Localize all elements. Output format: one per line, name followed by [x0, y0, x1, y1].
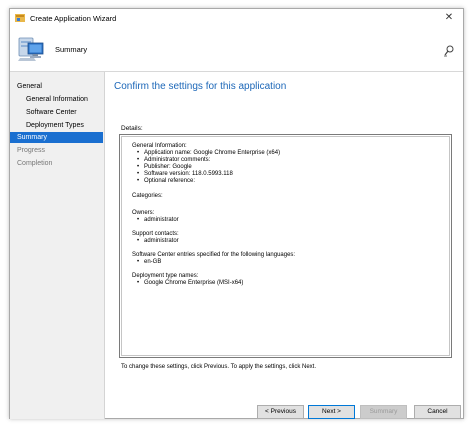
previous-button[interactable]: < Previous: [257, 405, 304, 419]
instruction-text: To change these settings, click Previous…: [121, 364, 316, 370]
wizard-header: Summary: [10, 31, 463, 72]
deployment-heading: Deployment type names:: [132, 273, 199, 279]
next-button[interactable]: Next >: [308, 405, 355, 419]
details-textbox[interactable]: General Information: Application name: G…: [119, 134, 452, 358]
step-software-center[interactable]: Software Center: [10, 107, 103, 118]
detail-item: Application name: Google Chrome Enterpri…: [137, 150, 280, 157]
detail-item: administrator: [137, 217, 179, 224]
wizard-window: Create Application Wizard ✕ Summary Gene…: [9, 8, 464, 419]
wizard-steps-sidebar: General General Information Software Cen…: [10, 72, 105, 419]
detail-text: Google Chrome Enterprise (MSI-x64): [144, 280, 244, 286]
detail-text: Publisher: Google: [144, 164, 192, 170]
general-heading: General Information:: [132, 143, 187, 149]
detail-text: en-GB: [144, 259, 162, 265]
page-title: Summary: [55, 45, 88, 54]
detail-item: administrator: [137, 238, 179, 245]
step-progress: Progress: [17, 147, 46, 154]
detail-text: administrator: [144, 217, 179, 223]
detail-text: Administrator comments:: [144, 157, 211, 163]
detail-item: Publisher: Google: [137, 164, 192, 171]
step-deployment-types[interactable]: Deployment Types: [10, 120, 103, 131]
window-title: Create Application Wizard: [30, 14, 117, 23]
detail-item: Google Chrome Enterprise (MSI-x64): [137, 280, 243, 287]
confirm-heading: Confirm the settings for this applicatio…: [114, 81, 287, 92]
support-heading: Support contacts:: [132, 231, 179, 237]
detail-text: Software version: 118.0.5993.118: [144, 171, 233, 177]
close-icon[interactable]: ✕: [443, 12, 455, 24]
languages-heading: Software Center entries specified for th…: [132, 252, 296, 258]
title-bar[interactable]: Create Application Wizard ✕: [10, 9, 463, 29]
detail-item: en-GB: [137, 259, 161, 266]
detail-text: administrator: [144, 238, 179, 244]
details-label: Details:: [121, 125, 143, 132]
computer-icon: [18, 37, 44, 61]
summary-button: Summary: [360, 405, 407, 419]
detail-text: Application name: Google Chrome Enterpri…: [144, 150, 281, 156]
detail-text: Optional reference:: [144, 178, 196, 184]
cancel-button[interactable]: Cancel: [414, 405, 461, 419]
wizard-app-icon: [15, 14, 25, 22]
details-content: General Information: Application name: G…: [121, 136, 450, 356]
detail-item: Optional reference:: [137, 178, 195, 185]
detail-item: Software version: 118.0.5993.118: [137, 171, 233, 178]
categories-heading: Categories:: [132, 193, 163, 199]
step-general-information[interactable]: General Information: [10, 94, 103, 105]
step-summary[interactable]: Summary: [10, 132, 103, 143]
help-icon[interactable]: [443, 45, 455, 57]
owners-heading: Owners:: [132, 210, 155, 216]
main-content: Confirm the settings for this applicatio…: [106, 72, 463, 419]
detail-item: Administrator comments:: [137, 157, 210, 164]
step-general[interactable]: General: [10, 81, 103, 92]
step-completion: Completion: [17, 160, 53, 167]
